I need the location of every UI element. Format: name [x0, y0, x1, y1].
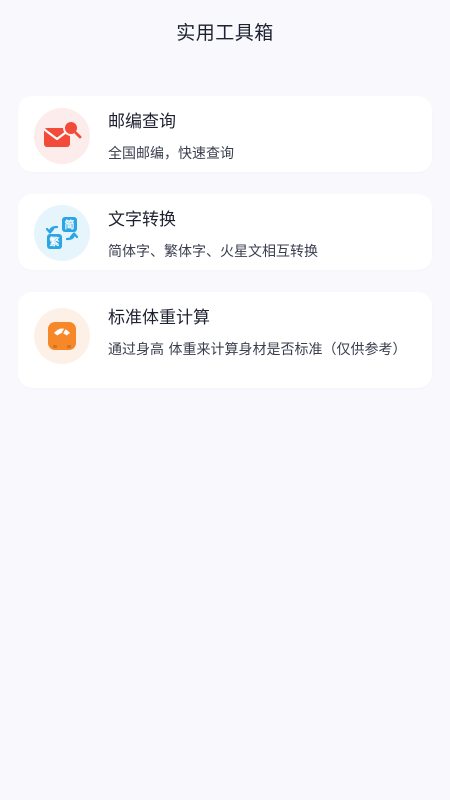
weight-scale-icon: [34, 308, 90, 364]
tool-description: 简体字、繁体字、火星文相互转换: [108, 244, 318, 260]
tool-title: 标准体重计算: [108, 308, 210, 328]
app-header: 实用工具箱: [0, 0, 450, 64]
tool-card-weight-calc[interactable]: 标准体重计算 通过身高 体重来计算身材是否标准（仅供参考）: [18, 292, 432, 388]
page-title: 实用工具箱: [176, 21, 274, 44]
tool-title: 邮编查询: [108, 112, 176, 132]
tool-card-text-convert[interactable]: 简 繁 文字转换 简体字、繁体字、火星文相互转换: [18, 194, 432, 270]
tool-title: 文字转换: [108, 210, 176, 230]
tool-list: 邮编查询 全国邮编，快速查询 简 繁 文字转换 简体字、繁体字、火星文相互转换: [0, 64, 450, 388]
tool-description: 全国邮编，快速查询: [108, 146, 234, 162]
tool-description: 通过身高 体重来计算身材是否标准（仅供参考）: [108, 342, 407, 358]
text-convert-icon: 简 繁: [34, 205, 90, 261]
tool-card-postal-code[interactable]: 邮编查询 全国邮编，快速查询: [18, 96, 432, 172]
traditional-char-label: 繁: [49, 236, 61, 249]
simplified-char-label: 简: [65, 219, 75, 232]
envelope-search-icon: [34, 108, 90, 164]
